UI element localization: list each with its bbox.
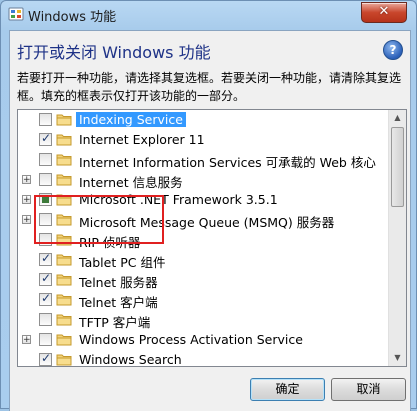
vertical-scrollbar[interactable]: ▲ ▼	[388, 110, 406, 366]
telnet-highlight-box	[34, 195, 164, 244]
feature-label: Windows Process Activation Service	[79, 332, 303, 347]
close-icon: ✕	[378, 4, 390, 19]
feature-checkbox[interactable]	[39, 271, 52, 286]
folder-icon	[56, 153, 72, 166]
windows-features-app-icon	[8, 7, 24, 21]
feature-label: Internet 信息服务	[79, 175, 183, 190]
folder-icon	[56, 173, 72, 186]
folder-icon	[56, 333, 72, 346]
feature-row[interactable]: Tablet PC 组件	[18, 250, 388, 270]
feature-checkbox[interactable]	[39, 313, 52, 326]
folder-icon	[56, 273, 72, 286]
folder-icon	[56, 133, 72, 146]
feature-checkbox[interactable]	[39, 131, 52, 146]
scroll-up-icon[interactable]: ▲	[390, 110, 405, 126]
feature-checkbox[interactable]	[39, 251, 52, 266]
dialog-heading: 打开或关闭 Windows 功能	[17, 43, 211, 62]
feature-row[interactable]: Windows Search	[18, 350, 388, 367]
folder-icon	[56, 353, 72, 366]
feature-row[interactable]: Telnet 客户端	[18, 290, 388, 310]
close-button[interactable]: ✕	[361, 2, 407, 23]
expand-plus-icon[interactable]: +	[22, 335, 31, 345]
scrollbar-thumb[interactable]	[391, 127, 404, 207]
help-icon[interactable]: ?	[383, 40, 403, 60]
feature-label: Internet Explorer 11	[79, 132, 205, 147]
dialog-description: 若要打开一种功能，请选择其复选框。若要关闭一种功能，请清除其复选框。填充的框表示…	[17, 71, 402, 103]
expand-plus-icon[interactable]: +	[22, 195, 31, 205]
feature-checkbox[interactable]	[39, 153, 52, 166]
window-title: Windows 功能	[28, 10, 117, 25]
feature-label: Internet Information Services 可承载的 Web 核…	[79, 155, 376, 170]
expand-plus-icon[interactable]: +	[22, 175, 31, 185]
folder-icon	[56, 313, 72, 326]
feature-label: Telnet 客户端	[79, 295, 158, 310]
title-bar[interactable]: Windows 功能 ✕	[1, 1, 416, 29]
feature-row[interactable]: Internet Explorer 11	[18, 130, 388, 150]
feature-label: Indexing Service	[76, 112, 186, 127]
feature-row[interactable]: + Internet 信息服务	[18, 170, 388, 190]
feature-row[interactable]: Indexing Service	[18, 110, 388, 130]
feature-checkbox[interactable]	[39, 291, 52, 306]
feature-checkbox[interactable]	[39, 113, 52, 126]
feature-row[interactable]: TFTP 客户端	[18, 310, 388, 330]
folder-icon	[56, 253, 72, 266]
feature-row[interactable]: Internet Information Services 可承载的 Web 核…	[18, 150, 388, 170]
feature-checkbox[interactable]	[39, 173, 52, 186]
ok-button[interactable]: 确定	[250, 378, 325, 401]
feature-checkbox[interactable]	[39, 351, 52, 366]
feature-row[interactable]: Telnet 服务器	[18, 270, 388, 290]
feature-label: Telnet 服务器	[79, 275, 158, 290]
feature-label: TFTP 客户端	[79, 315, 151, 330]
feature-label: Windows Search	[79, 352, 182, 367]
folder-icon	[56, 113, 72, 126]
cancel-button[interactable]: 取消	[331, 378, 406, 401]
feature-label: Tablet PC 组件	[79, 255, 166, 270]
feature-row[interactable]: + Windows Process Activation Service	[18, 330, 388, 350]
folder-icon	[56, 293, 72, 306]
feature-checkbox[interactable]	[39, 333, 52, 346]
scroll-down-icon[interactable]: ▼	[390, 350, 405, 366]
dialog-content: 打开或关闭 Windows 功能 ? 若要打开一种功能，请选择其复选框。若要关闭…	[9, 30, 411, 411]
expand-plus-icon[interactable]: +	[22, 215, 31, 225]
windows-features-dialog: Windows 功能 ✕ 打开或关闭 Windows 功能 ? 若要打开一种功能…	[0, 0, 417, 411]
